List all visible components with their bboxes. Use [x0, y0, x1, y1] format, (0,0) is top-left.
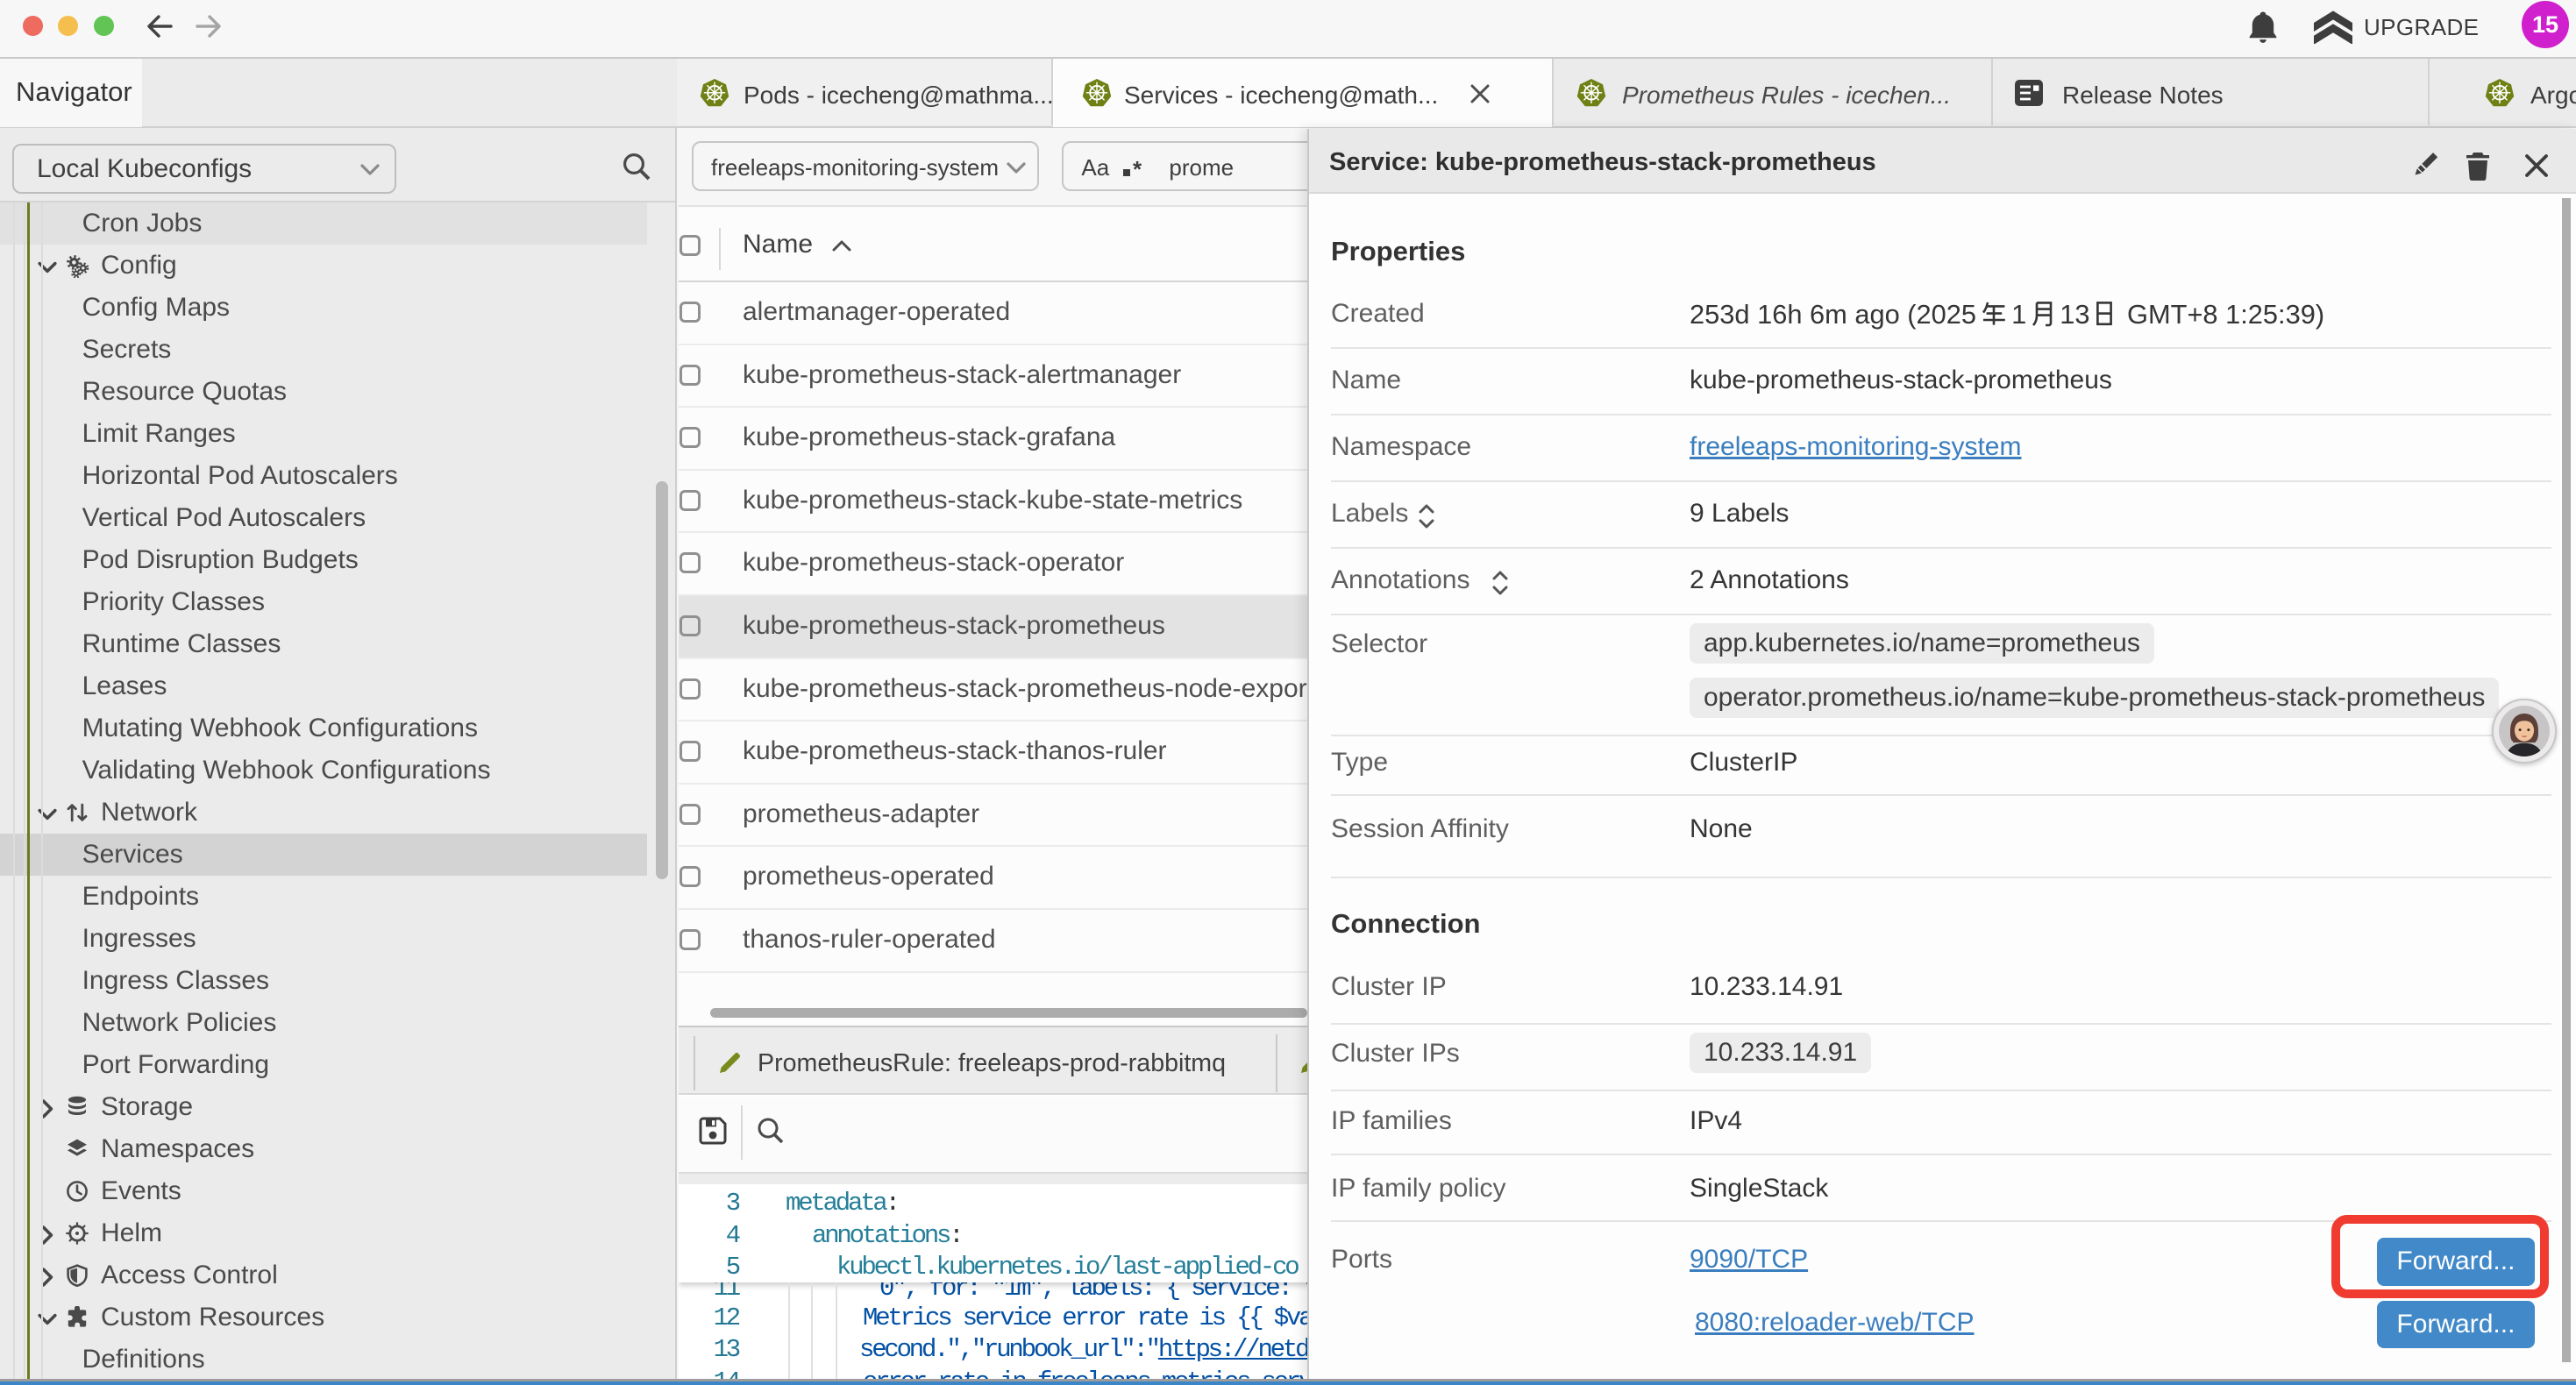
svg-text:*: * [1133, 157, 1142, 180]
